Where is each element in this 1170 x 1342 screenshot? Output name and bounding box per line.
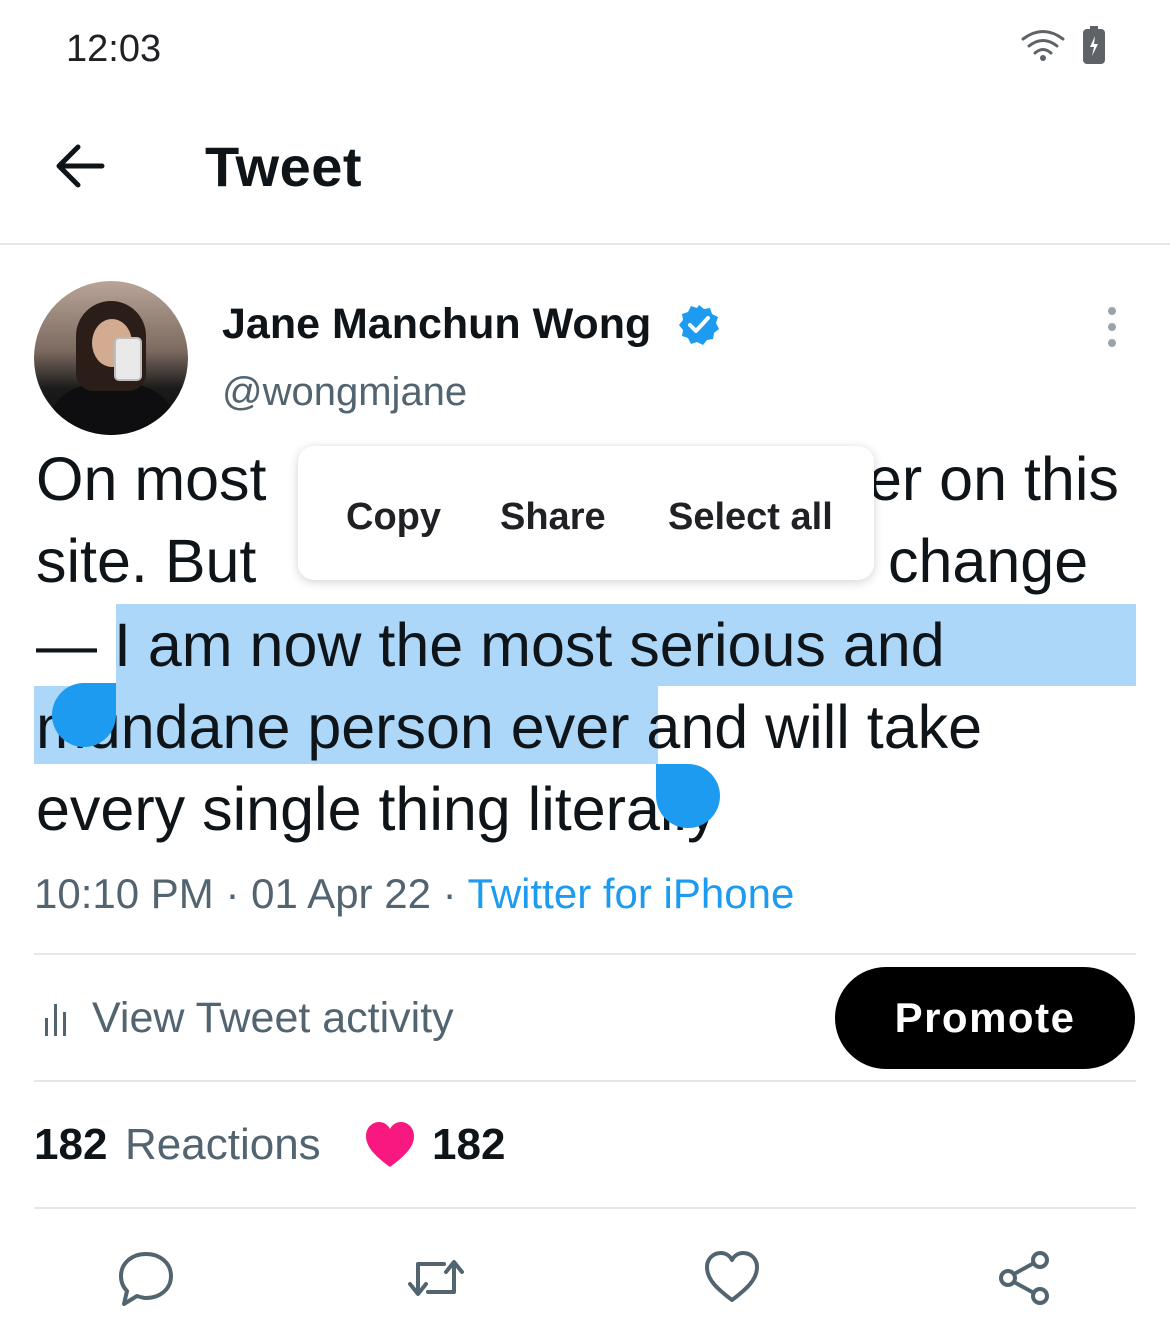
divider [34, 1080, 1136, 1082]
tweet-text-segment: er on this [868, 445, 1119, 513]
author-name[interactable]: Jane Manchun Wong [222, 300, 651, 349]
tweet-text-line-4[interactable]: mundane person ever and will take [36, 686, 982, 768]
divider [34, 1207, 1136, 1209]
text-selection-menu: Copy Share Select all [298, 446, 874, 580]
divider [34, 953, 1136, 955]
tweet-text-segment: change [888, 527, 1089, 595]
tweet-text-line-1-end[interactable]: er on this [868, 438, 1119, 520]
promote-button[interactable]: Promote [835, 967, 1135, 1069]
tweet-text-segment: — [36, 611, 114, 679]
share-icon[interactable] [994, 1248, 1054, 1308]
tweet-text-line-1[interactable]: On most [36, 438, 267, 520]
tweet-text-line-5[interactable]: every single thing literally [36, 768, 717, 850]
reply-icon[interactable] [116, 1248, 176, 1308]
tweet-text-segment: site. But [36, 527, 257, 595]
select-all-menu-item[interactable]: Select all [668, 496, 833, 539]
tweet-text-line-2[interactable]: site. But [36, 520, 256, 602]
selection-end-handle[interactable] [656, 764, 720, 828]
bar-chart-icon [45, 1004, 66, 1036]
tweet-source-link[interactable]: Twitter for iPhone [468, 870, 795, 917]
tweet-text-segment: and will take [629, 693, 983, 761]
retweet-icon[interactable] [406, 1248, 466, 1308]
share-menu-item[interactable]: Share [500, 496, 606, 539]
heart-icon[interactable] [702, 1248, 762, 1308]
tweet-text-line-3[interactable]: — I am now the most serious and [36, 604, 945, 686]
page-title: Tweet [205, 135, 363, 198]
verified-badge-icon [679, 305, 719, 345]
status-bar-time: 12:03 [66, 28, 162, 70]
selected-text: mundane person ever [36, 693, 630, 761]
more-vertical-icon[interactable] [1098, 306, 1126, 348]
likes-count[interactable]: 182 [432, 1120, 505, 1170]
avatar[interactable] [34, 281, 188, 435]
copy-menu-item[interactable]: Copy [346, 496, 441, 539]
avatar-phone-shape [114, 337, 142, 381]
heart-filled-icon [366, 1122, 414, 1167]
wifi-icon [1021, 30, 1065, 61]
selection-start-handle[interactable] [52, 683, 116, 747]
tweet-time: 10:10 PM [34, 870, 214, 917]
tweet-text-segment: every single thing literally [36, 775, 718, 843]
tweet-text-segment: On most [36, 445, 267, 513]
selected-text: I am now the most serious and [113, 611, 945, 679]
tweet-date[interactable]: 01 Apr 22 [251, 870, 431, 917]
header-divider [0, 243, 1170, 245]
author-handle[interactable]: @wongmjane [222, 370, 467, 415]
reactions-label[interactable]: Reactions [125, 1120, 321, 1170]
battery-icon [1083, 26, 1105, 64]
meta-separator: · [430, 870, 468, 917]
view-tweet-activity-link[interactable]: View Tweet activity [92, 994, 454, 1043]
reactions-count[interactable]: 182 [34, 1120, 107, 1170]
tweet-text-line-2-end[interactable]: change [888, 520, 1088, 602]
tweet-meta: 10:10 PM · 01 Apr 22 · Twitter for iPhon… [34, 870, 794, 918]
arrow-left-icon[interactable] [52, 140, 108, 192]
meta-separator: · [213, 870, 252, 917]
